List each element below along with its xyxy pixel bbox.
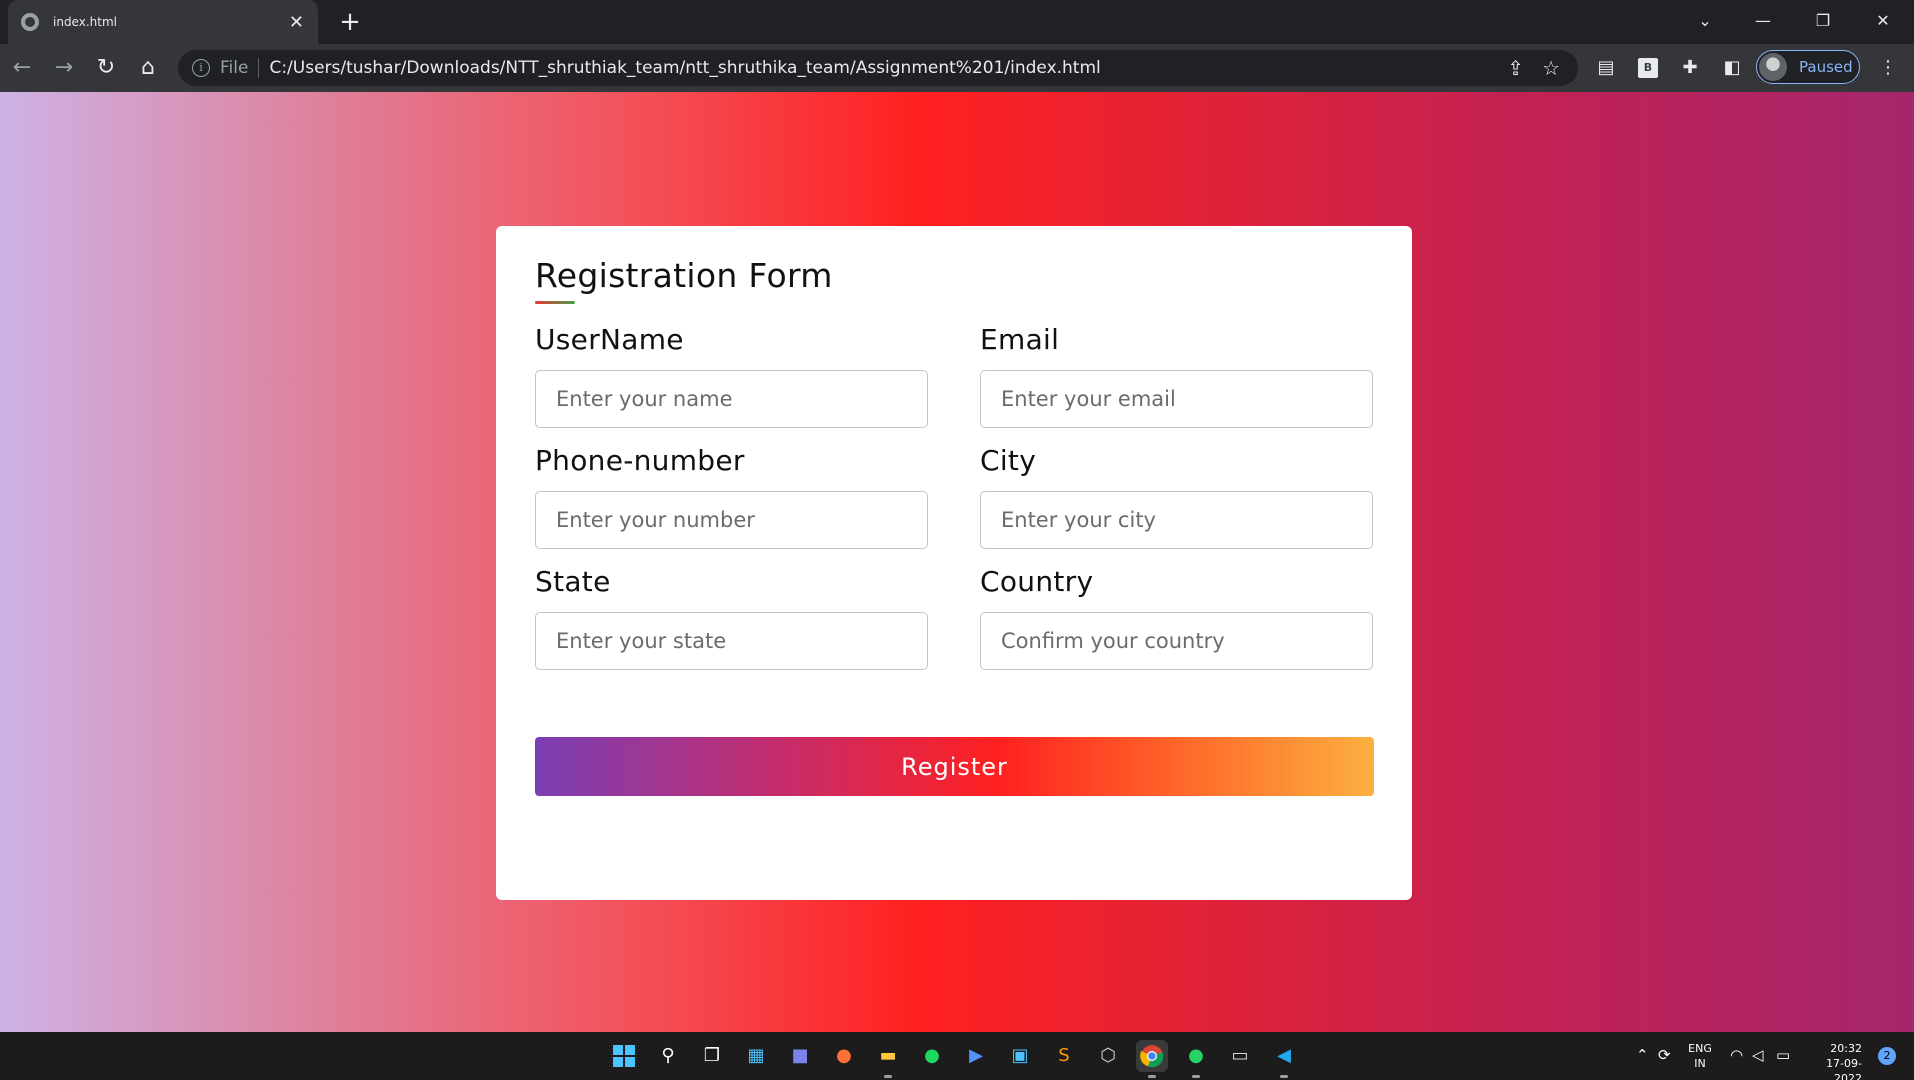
minimize-button[interactable]: — — [1740, 6, 1786, 36]
email-label: Email — [980, 323, 1060, 356]
title-underline — [535, 301, 575, 304]
field-country: Country — [980, 565, 1373, 670]
terminal-icon[interactable]: ▭ — [1224, 1040, 1256, 1072]
site-info-icon[interactable]: i — [192, 59, 210, 77]
whatsapp-icon[interactable]: ● — [1180, 1040, 1212, 1078]
email-input[interactable] — [980, 370, 1373, 428]
restore-button[interactable]: ❐ — [1800, 6, 1846, 36]
spotify-icon[interactable]: ● — [916, 1040, 948, 1072]
clock-date: 17-09-2022 — [1826, 1057, 1862, 1080]
task-view-icon[interactable]: ❐ — [696, 1040, 728, 1072]
vscode-icon[interactable]: ◀ — [1268, 1040, 1300, 1078]
state-label: State — [535, 565, 611, 598]
page-viewport: Registration Form UserName Email Phone-n… — [0, 92, 1914, 1032]
close-tab-icon[interactable]: ✕ — [289, 12, 304, 33]
microsoft-store-icon[interactable]: ▣ — [1004, 1040, 1036, 1072]
widgets-icon[interactable]: ▦ — [740, 1040, 772, 1072]
windows-start-icon[interactable] — [608, 1040, 640, 1072]
powershell-icon[interactable]: ▶ — [960, 1040, 992, 1072]
browser-toolbar: ← → ↻ ⌂ i File C:/Users/tushar/Downloads… — [0, 44, 1914, 92]
tab-title: index.html — [53, 15, 117, 29]
page-title: Registration Form — [535, 256, 1373, 304]
wifi-icon[interactable]: ◠ — [1730, 1046, 1743, 1064]
firefox-icon[interactable]: ● — [828, 1040, 860, 1072]
field-state: State — [535, 565, 928, 670]
region-code: IN — [1694, 1057, 1706, 1070]
teams-chat-icon[interactable]: ■ — [784, 1040, 816, 1072]
field-city: City — [980, 444, 1373, 549]
side-panel-icon[interactable]: ◧ — [1720, 56, 1744, 80]
scheme-label: File — [220, 58, 260, 78]
field-username: UserName — [535, 323, 928, 428]
country-input[interactable] — [980, 612, 1373, 670]
registration-card: Registration Form UserName Email Phone-n… — [496, 226, 1412, 900]
field-phone: Phone-number — [535, 444, 928, 549]
form-fields: UserName Email Phone-number City State C… — [535, 323, 1373, 670]
more-menu-icon[interactable]: ⋮ — [1876, 56, 1900, 80]
sync-icon[interactable]: ⟳ — [1658, 1046, 1671, 1064]
clock[interactable]: 20:32 17-09-2022 — [1800, 1041, 1862, 1080]
battery-icon[interactable]: ▭ — [1776, 1046, 1790, 1064]
city-label: City — [980, 444, 1037, 477]
phone-label: Phone-number — [535, 444, 745, 477]
browser-tab-bar: index.html ✕ + ⌄ — ❐ ✕ — [0, 0, 1914, 44]
browser-tab[interactable]: index.html ✕ — [8, 0, 318, 44]
sublime-text-icon[interactable]: S — [1048, 1040, 1080, 1072]
field-email: Email — [980, 323, 1373, 428]
avatar — [1759, 53, 1787, 81]
home-button[interactable]: ⌂ — [134, 54, 162, 82]
search-icon[interactable]: ⚲ — [652, 1040, 684, 1072]
username-input[interactable] — [535, 370, 928, 428]
reload-button[interactable]: ↻ — [92, 54, 120, 82]
phone-input[interactable] — [535, 491, 928, 549]
city-input[interactable] — [980, 491, 1373, 549]
virtualbox-icon[interactable]: ⬡ — [1092, 1040, 1124, 1072]
address-bar[interactable]: i File C:/Users/tushar/Downloads/NTT_shr… — [178, 50, 1578, 86]
url-text[interactable]: C:/Users/tushar/Downloads/NTT_shruthiak_… — [269, 58, 1507, 78]
profile-button[interactable]: Paused — [1756, 50, 1860, 84]
clock-time: 20:32 — [1830, 1042, 1862, 1055]
new-tab-button[interactable]: + — [336, 8, 364, 36]
chrome-icon[interactable] — [1136, 1040, 1168, 1078]
extension-b-icon[interactable]: B — [1638, 58, 1658, 78]
reading-list-icon[interactable]: ▤ — [1594, 56, 1618, 80]
windows-taskbar: ⚲ ❐ ▦ ■ ● ▬ ● ▶ ▣ S ⬡ ● ▭ ◀ ⌃ ⟳ ENG IN ◠… — [0, 1032, 1914, 1080]
profile-status: Paused — [1799, 58, 1853, 76]
country-label: Country — [980, 565, 1094, 598]
forward-button[interactable]: → — [50, 54, 78, 82]
volume-muted-icon[interactable]: ◁ — [1752, 1046, 1764, 1064]
extensions-puzzle-icon[interactable]: ✚ — [1678, 56, 1702, 80]
chevron-up-icon[interactable]: ⌃ — [1636, 1046, 1649, 1064]
register-button[interactable]: Register — [535, 737, 1374, 796]
form-title-text: Registration Form — [535, 256, 833, 295]
language-indicator[interactable]: ENG IN — [1686, 1041, 1714, 1071]
globe-icon — [21, 13, 39, 31]
file-explorer-icon[interactable]: ▬ — [872, 1040, 904, 1078]
close-window-button[interactable]: ✕ — [1860, 6, 1906, 36]
back-button[interactable]: ← — [8, 54, 36, 82]
username-label: UserName — [535, 323, 684, 356]
tab-search-icon[interactable]: ⌄ — [1682, 6, 1728, 36]
notification-badge[interactable]: 2 — [1878, 1047, 1896, 1065]
share-icon[interactable]: ⇪ — [1507, 56, 1524, 80]
bookmark-star-icon[interactable]: ☆ — [1542, 56, 1560, 80]
language-code: ENG — [1688, 1042, 1712, 1055]
state-input[interactable] — [535, 612, 928, 670]
